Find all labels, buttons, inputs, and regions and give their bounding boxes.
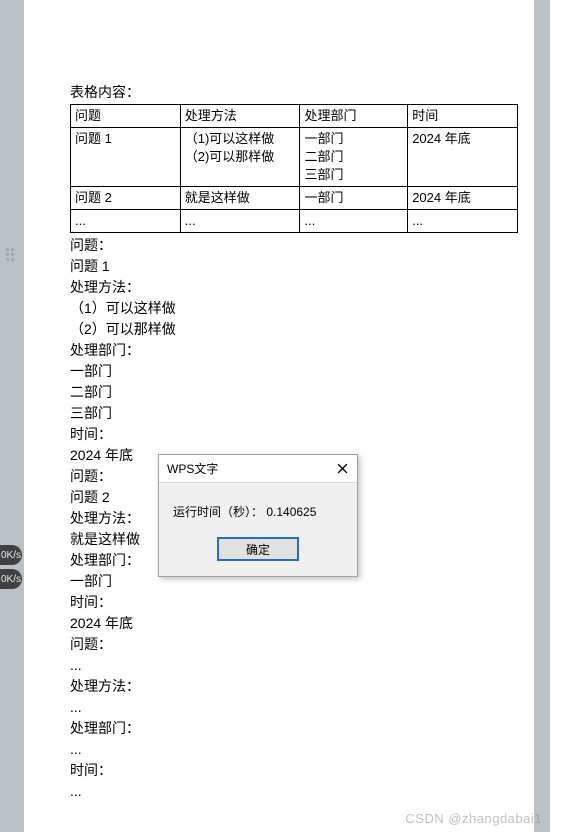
close-icon[interactable] [335, 462, 349, 476]
flow-line: ... [70, 697, 488, 718]
td-time: 2024 年底 [408, 187, 518, 210]
td-method: （1)可以这样做（2)可以那样做 [180, 128, 300, 187]
flow-line: 三部门 [70, 403, 488, 424]
td-method: ... [180, 210, 300, 233]
flow-line: 时间： [70, 592, 488, 613]
flow-line: 问题： [70, 634, 488, 655]
flow-line: 2024 年底 [70, 613, 488, 634]
flow-line: 一部门 [70, 361, 488, 382]
speed-tab-2: 0K/s [0, 569, 22, 589]
ok-button[interactable]: 确定 [218, 538, 298, 560]
dialog-titlebar[interactable]: WPS文字 [159, 455, 357, 483]
flow-line: 二部门 [70, 382, 488, 403]
dialog-message: 运行时间（秒）： 0.140625 [159, 483, 357, 528]
table-row: ... ... ... ... [71, 210, 518, 233]
document-page[interactable]: 表格内容： 问题 处理方法 处理部门 时间 问题 1 （1)可以这样做（2)可以… [24, 0, 534, 832]
td-method: 就是这样做 [180, 187, 300, 210]
table-row: 问题 2 就是这样做 一部门 2024 年底 [71, 187, 518, 210]
td-dept: 一部门二部门三部门 [300, 128, 408, 187]
flow-line: ... [70, 781, 488, 802]
speed-tab-1: 0K/s [0, 545, 22, 565]
app-right-pane [550, 0, 570, 832]
td-dept: ... [300, 210, 408, 233]
flow-line: 处理部门： [70, 718, 488, 739]
td-time: 2024 年底 [408, 128, 518, 187]
th-problem: 问题 [71, 105, 181, 128]
th-dept: 处理部门 [300, 105, 408, 128]
th-method: 处理方法 [180, 105, 300, 128]
message-dialog: WPS文字 运行时间（秒）： 0.140625 确定 [158, 454, 358, 577]
td-problem: 问题 1 [71, 128, 181, 187]
table-heading: 表格内容： [70, 82, 488, 102]
flow-line: ... [70, 739, 488, 760]
table-header-row: 问题 处理方法 处理部门 时间 [71, 105, 518, 128]
flow-line: 处理部门： [70, 340, 488, 361]
th-time: 时间 [408, 105, 518, 128]
td-time: ... [408, 210, 518, 233]
flow-line: 时间： [70, 424, 488, 445]
flow-line: （1）可以这样做 [70, 298, 488, 319]
content-table: 问题 处理方法 处理部门 时间 问题 1 （1)可以这样做（2)可以那样做 一部… [70, 104, 518, 233]
flow-line: 时间： [70, 760, 488, 781]
flow-line: 问题 1 [70, 256, 488, 277]
flow-line: 问题： [70, 235, 488, 256]
td-dept: 一部门 [300, 187, 408, 210]
watermark: CSDN @zhangdabai1 [405, 811, 542, 826]
dialog-title: WPS文字 [167, 460, 218, 477]
speed-indicator: 0K/s 0K/s [0, 545, 22, 593]
td-problem: ... [71, 210, 181, 233]
flow-line: 处理方法： [70, 676, 488, 697]
flow-line: （2）可以那样做 [70, 319, 488, 340]
flow-line: ... [70, 655, 488, 676]
table-row: 问题 1 （1)可以这样做（2)可以那样做 一部门二部门三部门 2024 年底 [71, 128, 518, 187]
flow-line: 处理方法： [70, 277, 488, 298]
drag-handle-icon[interactable] [6, 248, 18, 260]
td-problem: 问题 2 [71, 187, 181, 210]
